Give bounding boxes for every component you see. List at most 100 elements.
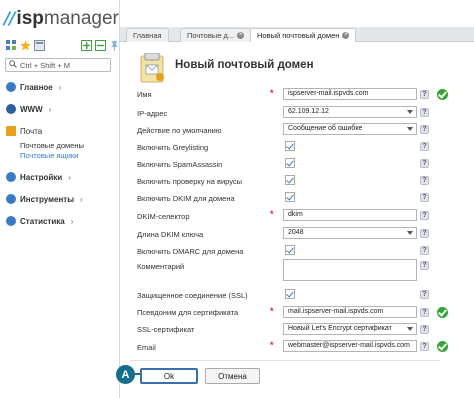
sidebar-item-main[interactable]: Главное › bbox=[6, 82, 61, 92]
email-field[interactable]: webmaster@ispserver-mail.ispvds.com bbox=[283, 340, 417, 352]
globe-icon bbox=[6, 104, 16, 114]
comment-textarea[interactable] bbox=[283, 259, 417, 281]
tab-label: Почтовые д... bbox=[187, 31, 235, 40]
close-icon[interactable]: × bbox=[342, 32, 350, 39]
help-icon[interactable]: ? bbox=[420, 246, 429, 255]
divider bbox=[130, 360, 440, 361]
globe-icon bbox=[6, 82, 16, 92]
pin-icon[interactable] bbox=[109, 40, 120, 51]
email-label: Email bbox=[137, 343, 156, 352]
collapse-all-icon[interactable] bbox=[95, 40, 106, 51]
ip-label: IP-адрес bbox=[137, 109, 168, 118]
help-icon[interactable]: ? bbox=[420, 325, 429, 334]
help-icon[interactable]: ? bbox=[420, 125, 429, 134]
help-icon[interactable]: ? bbox=[420, 90, 429, 99]
ssl-checkbox[interactable] bbox=[285, 289, 295, 299]
annotation-badge: A bbox=[116, 365, 135, 384]
cancel-button[interactable]: Отмена bbox=[205, 368, 260, 384]
sidebar-item-www[interactable]: WWW › bbox=[6, 104, 51, 114]
tools-icon bbox=[6, 194, 16, 204]
required-mark: * bbox=[270, 88, 274, 98]
logo-manager: manager bbox=[43, 8, 119, 29]
name-field[interactable]: ispserver-mail.ispvds.com bbox=[283, 88, 417, 100]
ssl-cert-label: SSL-сертификат bbox=[137, 325, 195, 334]
virus-check-label: Включить проверку на вирусы bbox=[137, 177, 243, 186]
tab-bar: Главная Почтовые д... × Новый почтовый д… bbox=[120, 27, 474, 42]
ssl-label: Защищенное соединение (SSL) bbox=[137, 291, 248, 300]
sidebar-item-statistics[interactable]: Статистика › bbox=[6, 216, 73, 226]
cert-alias-field[interactable]: mail.ispserver-mail.ispvds.com bbox=[283, 306, 417, 318]
tab-label: Новый почтовый домен bbox=[257, 31, 340, 40]
ok-button[interactable]: Ok bbox=[140, 368, 198, 384]
valid-check-icon bbox=[437, 89, 448, 100]
sidebar-subitem-mail-domains[interactable]: Почтовые домены bbox=[20, 141, 84, 150]
help-icon[interactable]: ? bbox=[420, 308, 429, 317]
search-input[interactable]: Ctrl + Shift + M bbox=[5, 58, 111, 72]
required-mark: * bbox=[270, 340, 274, 350]
tab-mail-domains[interactable]: Почтовые д... × bbox=[180, 28, 252, 42]
default-action-label: Действие по умолчанию bbox=[137, 126, 222, 135]
logo-mark: // bbox=[4, 9, 15, 29]
sidebar-item-label: Главное bbox=[20, 82, 53, 92]
dkim-checkbox[interactable] bbox=[285, 192, 295, 202]
valid-check-icon bbox=[437, 341, 448, 352]
dkim-selector-field[interactable]: dkim bbox=[283, 209, 417, 221]
close-icon[interactable]: × bbox=[237, 32, 245, 39]
help-icon[interactable]: ? bbox=[420, 261, 429, 270]
help-icon[interactable]: ? bbox=[420, 290, 429, 299]
virus-check-checkbox[interactable] bbox=[285, 175, 295, 185]
expand-all-icon[interactable] bbox=[81, 40, 92, 51]
sidebar: // isp manager Ctrl + Shift + M Главное … bbox=[0, 0, 120, 398]
chart-icon bbox=[6, 216, 16, 226]
dkim-key-length-label: Длина DKIM ключа bbox=[137, 230, 204, 239]
search-icon bbox=[9, 60, 17, 70]
star-icon[interactable] bbox=[20, 40, 31, 51]
tab-new-mail-domain[interactable]: Новый почтовый домен × bbox=[250, 28, 357, 42]
default-action-select[interactable]: Сообщение об ошибке bbox=[283, 123, 417, 135]
dkim-selector-label: DKIM-селектор bbox=[137, 212, 190, 221]
dmarc-label: Включить DMARC для домена bbox=[137, 247, 244, 256]
name-label: Имя bbox=[137, 90, 152, 99]
tab-label: Главная bbox=[133, 31, 162, 40]
help-icon[interactable]: ? bbox=[420, 142, 429, 151]
chevron-right-icon: › bbox=[58, 82, 62, 92]
help-icon[interactable]: ? bbox=[420, 211, 429, 220]
sidebar-toolbar bbox=[6, 40, 120, 51]
settings-icon bbox=[6, 172, 16, 182]
required-mark: * bbox=[270, 306, 274, 316]
chevron-right-icon: › bbox=[68, 172, 71, 182]
spamassassin-checkbox[interactable] bbox=[285, 158, 295, 168]
page-title: Новый почтовый домен bbox=[175, 59, 314, 71]
valid-check-icon bbox=[437, 307, 448, 318]
sidebar-item-settings[interactable]: Настройки › bbox=[6, 172, 71, 182]
tab-main[interactable]: Главная bbox=[126, 28, 169, 42]
sidebar-item-tools[interactable]: Инструменты › bbox=[6, 194, 83, 204]
required-mark: * bbox=[270, 209, 274, 219]
ssl-cert-select[interactable]: Новый Let's Encrypt сертификат bbox=[283, 323, 417, 335]
app-logo[interactable]: // isp manager bbox=[4, 8, 119, 32]
dkim-key-length-select[interactable]: 2048 bbox=[283, 227, 417, 239]
edit-panel-icon[interactable] bbox=[34, 40, 45, 51]
sidebar-subitem-mailboxes[interactable]: Почтовые ящики bbox=[20, 151, 78, 160]
sidebar-item-label: Инструменты bbox=[20, 194, 75, 204]
cert-alias-label: Псевдоним для сертификата bbox=[137, 308, 239, 317]
greylisting-checkbox[interactable] bbox=[285, 141, 295, 151]
sidebar-item-mail[interactable]: Почта bbox=[6, 126, 42, 136]
help-icon[interactable]: ? bbox=[420, 108, 429, 117]
sidebar-item-label: WWW bbox=[20, 104, 43, 114]
help-icon[interactable]: ? bbox=[420, 342, 429, 351]
grid-icon[interactable] bbox=[6, 40, 17, 51]
help-icon[interactable]: ? bbox=[420, 159, 429, 168]
chevron-right-icon: › bbox=[48, 104, 52, 114]
help-icon[interactable]: ? bbox=[420, 176, 429, 185]
sidebar-item-label: Статистика bbox=[20, 216, 65, 226]
ip-select[interactable]: 62.109.12.12 bbox=[283, 106, 417, 118]
chevron-right-icon: › bbox=[70, 216, 74, 226]
dkim-label: Включить DKIM для домена bbox=[137, 194, 235, 203]
sidebar-item-label: Почта bbox=[20, 126, 43, 136]
dmarc-checkbox[interactable] bbox=[285, 245, 295, 255]
help-icon[interactable]: ? bbox=[420, 193, 429, 202]
help-icon[interactable]: ? bbox=[420, 229, 429, 238]
greylisting-label: Включить Greylisting bbox=[137, 143, 209, 152]
logo-isp: isp bbox=[16, 8, 44, 29]
